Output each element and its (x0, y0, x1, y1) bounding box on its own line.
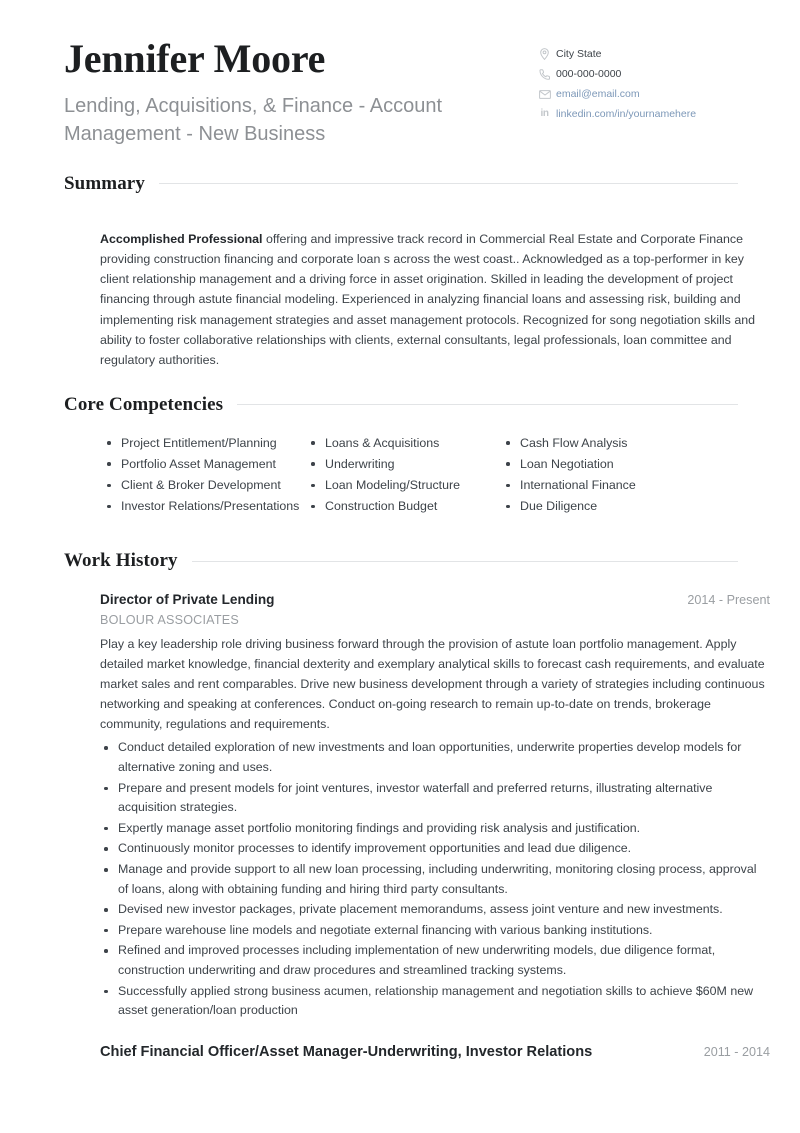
summary-rest-text: offering and impressive track record in … (100, 232, 755, 367)
contact-location-text: City State (556, 47, 602, 60)
list-item: Continuously monitor processes to identi… (100, 839, 770, 859)
list-item: Loans & Acquisitions (307, 434, 502, 453)
list-item: Due Diligence (502, 497, 697, 516)
competency-column-2: Loans & Acquisitions Underwriting Loan M… (307, 434, 502, 518)
work-history-section-rule (191, 560, 738, 562)
candidate-headline: Lending, Acquisitions, & Finance - Accou… (64, 95, 443, 146)
contact-linkedin-text[interactable]: linkedin.com/in/yournamehere (556, 109, 696, 120)
list-item: International Finance (502, 476, 697, 495)
list-item: Investor Relations/Presentations (103, 497, 307, 516)
competency-list-3: Cash Flow Analysis Loan Negotiation Inte… (502, 434, 697, 516)
competencies-columns: Project Entitlement/Planning Portfolio A… (64, 416, 738, 518)
job-dates: 2011 - 2014 (703, 1044, 770, 1059)
competencies-section-head: Core Competencies (64, 394, 738, 416)
section-work-history: Work History (0, 550, 800, 572)
job-title: Director of Private Lending (100, 592, 275, 608)
competencies-section-rule (237, 404, 738, 406)
list-item: Construction Budget (307, 497, 502, 516)
competency-column-3: Cash Flow Analysis Loan Negotiation Inte… (502, 434, 697, 518)
list-item: Prepare warehouse line models and negoti… (100, 921, 770, 941)
summary-lead-text: Accomplished Professional (100, 232, 263, 247)
resume-page: Jennifer Moore Lending, Acquisitions, & … (0, 0, 800, 1133)
list-item: Project Entitlement/Planning (103, 434, 307, 453)
contact-phone-text: 000-000-0000 (556, 67, 622, 80)
resume-header: Jennifer Moore Lending, Acquisitions, & … (0, 0, 800, 149)
contact-row-email[interactable]: email@email.com (538, 88, 738, 100)
contact-email-text[interactable]: email@email.com (556, 89, 640, 100)
job-title: Chief Financial Officer/Asset Manager-Un… (100, 1043, 593, 1060)
contact-row-location: City State (538, 48, 738, 60)
header-identity: Jennifer Moore Lending, Acquisitions, & … (64, 38, 534, 149)
envelope-icon (538, 88, 551, 100)
list-item: Cash Flow Analysis (502, 434, 697, 453)
competency-list-1: Project Entitlement/Planning Portfolio A… (103, 434, 307, 516)
list-item: Expertly manage asset portfolio monitori… (100, 819, 770, 839)
list-item: Underwriting (307, 455, 502, 474)
job-company: BOLOUR ASSOCIATES (100, 613, 239, 628)
summary-section-head: Summary (64, 173, 738, 195)
contact-block: City State 000-000-0000 email@email.com … (538, 38, 738, 128)
linkedin-icon: in (540, 108, 549, 119)
list-item: Devised new investor packages, private p… (100, 900, 770, 920)
competency-column-1: Project Entitlement/Planning Portfolio A… (64, 434, 307, 518)
contact-row-linkedin[interactable]: in linkedin.com/in/yournamehere (538, 108, 738, 120)
list-item: Refined and improved processes including… (100, 941, 770, 980)
competency-list-2: Loans & Acquisitions Underwriting Loan M… (307, 434, 502, 516)
list-item: Prepare and present models for joint ven… (100, 779, 770, 818)
work-history-section-title: Work History (64, 550, 178, 572)
job-header: Director of Private Lending 2014 - Prese… (100, 592, 770, 607)
section-competencies: Core Competencies Project Entitlement/Pl… (0, 394, 800, 518)
summary-paragraph: Accomplished Professional offering and i… (100, 229, 770, 370)
phone-icon (538, 68, 551, 80)
summary-body: Accomplished Professional offering and i… (0, 195, 800, 370)
job-bullet-list: Conduct detailed exploration of new inve… (100, 738, 770, 1020)
summary-section-rule (158, 183, 738, 185)
location-pin-icon (538, 48, 551, 60)
job-dates: 2014 - Present (687, 593, 770, 608)
list-item: Loan Modeling/Structure (307, 476, 502, 495)
section-summary: Summary (0, 173, 800, 195)
work-history-section-head: Work History (64, 550, 738, 572)
list-item: Portfolio Asset Management (103, 455, 307, 474)
job-header: Chief Financial Officer/Asset Manager-Un… (100, 1044, 770, 1060)
contact-row-phone: 000-000-0000 (538, 68, 738, 80)
list-item: Successfully applied strong business acu… (100, 982, 770, 1021)
list-item: Client & Broker Development (103, 476, 307, 495)
list-item: Conduct detailed exploration of new inve… (100, 738, 770, 777)
job-entry: Director of Private Lending 2014 - Prese… (0, 572, 800, 1021)
competencies-section-title: Core Competencies (64, 393, 224, 415)
candidate-name: Jennifer Moore (64, 36, 326, 81)
job-entry: Chief Financial Officer/Asset Manager-Un… (0, 1022, 800, 1060)
job-description: Play a key leadership role driving busin… (100, 637, 765, 731)
list-item: Manage and provide support to all new lo… (100, 860, 770, 899)
list-item: Loan Negotiation (502, 455, 697, 474)
summary-section-title: Summary (64, 172, 145, 194)
